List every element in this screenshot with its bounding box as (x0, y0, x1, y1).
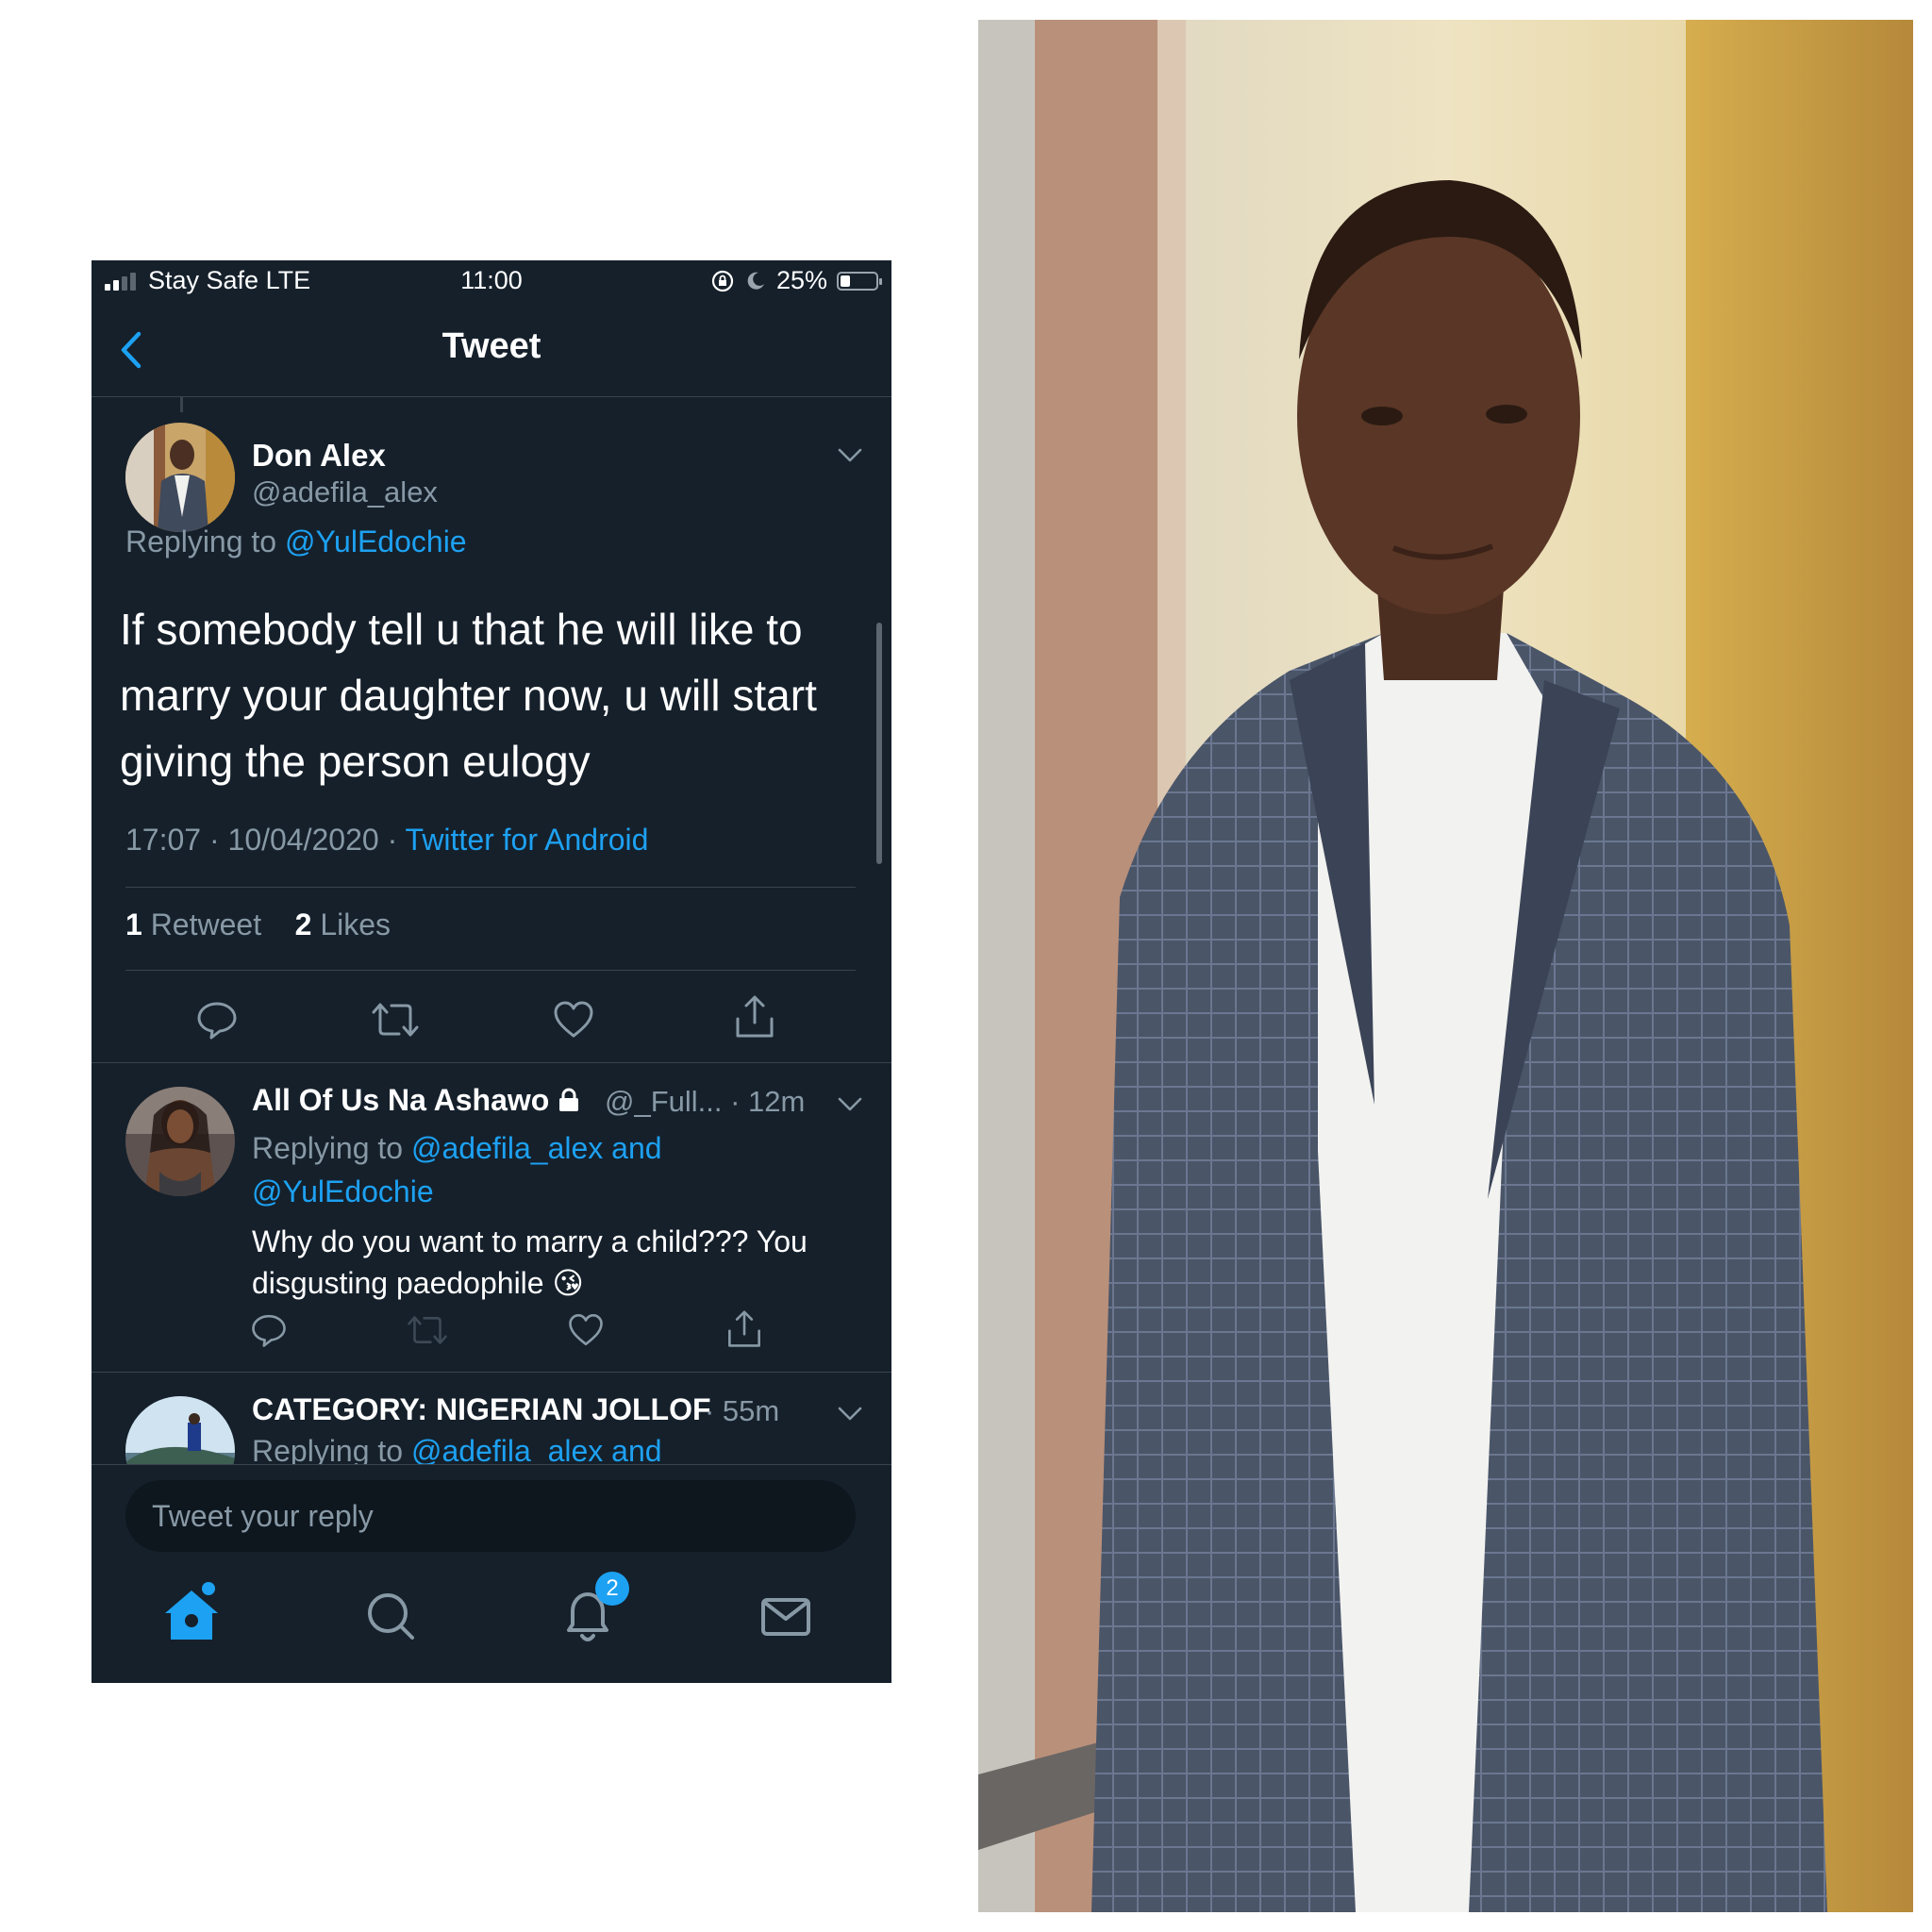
share-icon[interactable] (733, 994, 776, 1040)
search-icon[interactable] (352, 1577, 427, 1653)
messages-icon[interactable] (748, 1577, 824, 1653)
reply-icon[interactable] (250, 1311, 288, 1349)
chevron-down-icon[interactable] (837, 1096, 863, 1113)
battery-percent: 25% (775, 266, 827, 294)
like-icon[interactable] (552, 998, 595, 1041)
scrollbar[interactable] (876, 623, 882, 864)
reply-input[interactable] (125, 1480, 856, 1552)
chevron-down-icon[interactable] (837, 1406, 863, 1423)
mention-link[interactable]: @YulEdochie (252, 1174, 434, 1208)
reply-author-name[interactable]: CATEGORY: NIGERIAN JOLLOF (252, 1392, 711, 1427)
tweet-timestamp: 17:07 · 10/04/2020 · (125, 823, 406, 857)
battery-icon (837, 271, 882, 291)
tweet-source-link[interactable]: Twitter for Android (406, 823, 649, 857)
tweet-actions (92, 992, 891, 1049)
tab-bar: 2 (92, 1560, 891, 1683)
do-not-disturb-icon (747, 272, 764, 290)
orientation-lock-icon (711, 270, 734, 291)
replying-to: Replying to @YulEdochie (125, 525, 467, 558)
share-icon[interactable] (725, 1309, 763, 1349)
page-title: Tweet (441, 326, 541, 366)
reply-author-name[interactable]: All Of Us Na Ashawo (252, 1083, 580, 1118)
reply-handle[interactable]: · 55m (705, 1394, 779, 1428)
status-bar: Stay Safe LTE 11:00 25% (92, 260, 891, 304)
nav-bar: Tweet (92, 304, 891, 397)
mention-link[interactable]: @adefila_alex and (411, 1434, 662, 1468)
mention-link[interactable]: @YulEdochie (285, 525, 467, 558)
retweet-icon-disabled (408, 1316, 447, 1344)
author-avatar[interactable] (125, 423, 235, 532)
mention-link[interactable]: @adefila_alex and (411, 1131, 662, 1165)
divider (125, 887, 856, 888)
portrait-photo (978, 20, 1913, 1912)
tweet-text: If somebody tell u that he will like to … (120, 605, 817, 786)
home-icon[interactable] (154, 1577, 229, 1653)
author-name[interactable]: Don Alex (252, 438, 386, 474)
twitter-screenshot: Stay Safe LTE 11:00 25% Tweet Don Alex @… (92, 260, 891, 1683)
lock-icon (559, 1088, 579, 1111)
thread-connector (180, 397, 183, 412)
retweet-stat[interactable]: 1 Retweet (125, 908, 261, 941)
retweet-icon[interactable] (371, 998, 420, 1041)
divider (92, 1062, 891, 1063)
reply-icon[interactable] (195, 998, 239, 1041)
author-handle[interactable]: @adefila_alex (252, 475, 438, 509)
reply-text: Why do you want to marry a child??? You … (252, 1224, 808, 1300)
replying-to: Replying to @adefila_alex and @YulEdochi… (252, 1131, 662, 1208)
chevron-down-icon[interactable] (837, 447, 863, 464)
likes-stat[interactable]: 2 Likes (295, 908, 391, 941)
tweet-stats: 1 Retweet 2 Likes (125, 908, 391, 942)
reply-handle[interactable]: @_Full... · 12m (605, 1085, 805, 1119)
reply-composer (92, 1464, 891, 1559)
divider (92, 1372, 891, 1373)
like-icon[interactable] (567, 1311, 605, 1349)
reply-avatar[interactable] (125, 1087, 235, 1196)
divider (125, 970, 856, 971)
tweet-meta: 17:07 · 10/04/2020 · Twitter for Android (125, 823, 648, 858)
notification-badge: 2 (595, 1572, 629, 1606)
